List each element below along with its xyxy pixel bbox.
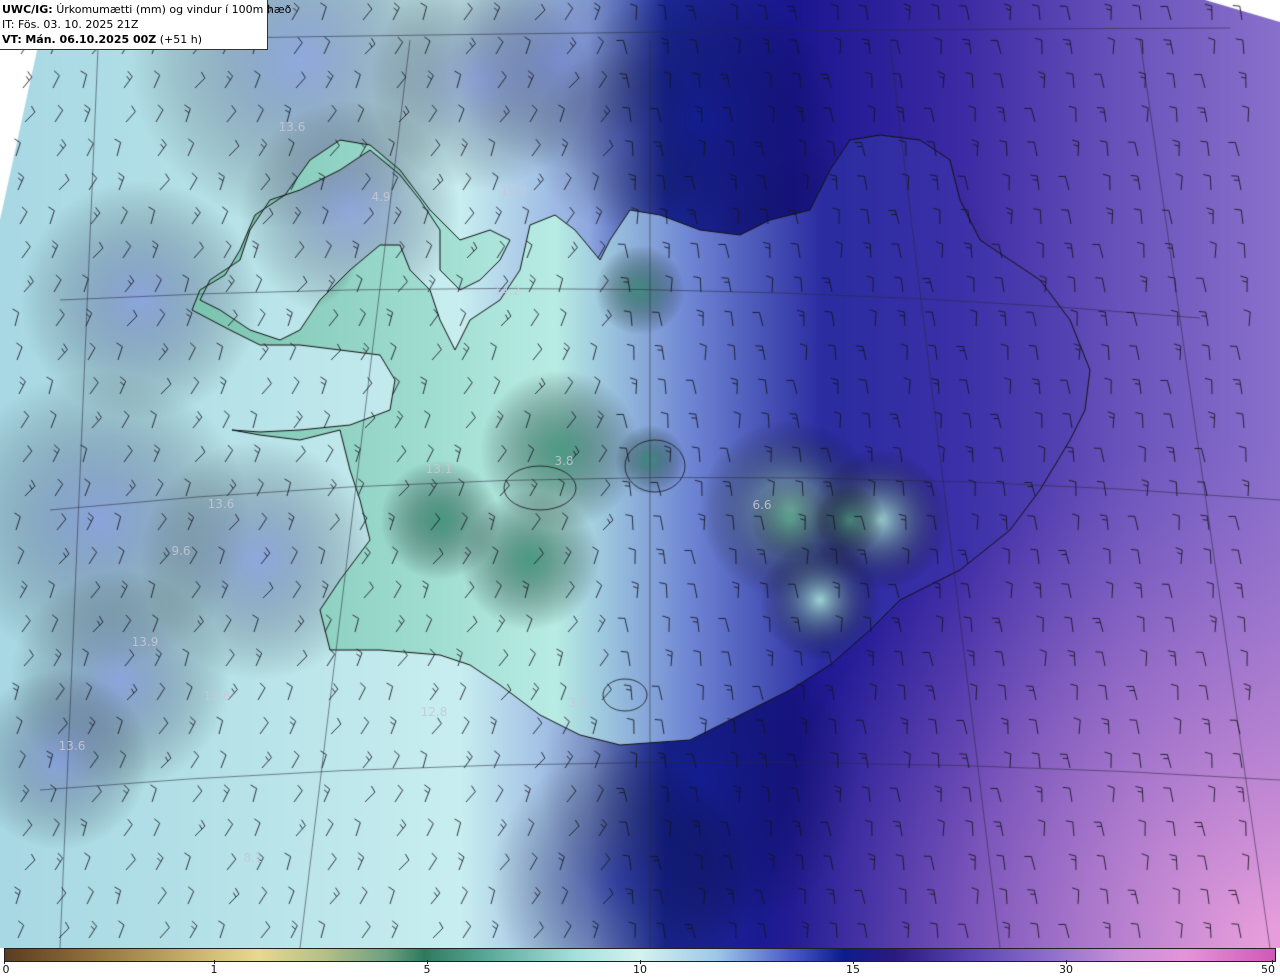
map-value-label: 13.8 (500, 184, 528, 198)
model-prefix: UWC/IG: (2, 3, 53, 16)
map-value-label: 13.6 (207, 497, 235, 511)
colorbar-tick-label: 10 (633, 963, 647, 976)
map-title: Úrkomumætti (mm) og vindur í 100m hæð (56, 3, 292, 16)
map-info-box: UWC/IG: Úrkomumætti (mm) og vindur í 100… (0, 0, 291, 50)
map-value-label: 9.6 (171, 544, 191, 558)
colorbar: 0 1 5 10 15 30 50 (0, 948, 1280, 978)
map-value-label: 4.9 (371, 190, 391, 204)
map-value-label: 3.8 (554, 454, 574, 468)
valid-time: Mán. 06.10.2025 00Z (25, 33, 157, 46)
colorbar-tick-label: 15 (846, 963, 860, 976)
map-value-label: 3.6 (568, 696, 588, 710)
colorbar-tick-label: 50 (1261, 963, 1275, 976)
map-value-label: 13.6 (58, 739, 86, 753)
map-value-label: 13.9 (131, 635, 159, 649)
map-value-label: 13.6 (278, 120, 306, 134)
colorbar-tick-label: 5 (423, 963, 431, 976)
map-value-label: 6.6 (752, 498, 772, 512)
colorbar-tick-label: 1 (210, 963, 218, 976)
valid-prefix: VT: (2, 33, 22, 46)
title-row: UWC/IG: Úrkomumætti (mm) og vindur í 100… (2, 2, 291, 17)
map-value-label: 12.8 (420, 705, 448, 719)
valid-time-row: VT: Mán. 06.10.2025 00Z (+51 h) (2, 32, 267, 47)
colorbar-tick-label: 30 (1059, 963, 1073, 976)
lead-time: (+51 h) (159, 33, 203, 46)
issue-time: IT: Fös. 03. 10. 2025 21Z (2, 18, 139, 31)
map-value-label: 14.2 (493, 284, 521, 298)
map-value-label: 13.8 (203, 689, 231, 703)
map-value-label: 13.1 (425, 462, 453, 476)
precipitable-water-map (0, 0, 1280, 948)
colorbar-tick-label: 0 (2, 963, 10, 976)
map-value-label: 8.1 (243, 851, 263, 865)
